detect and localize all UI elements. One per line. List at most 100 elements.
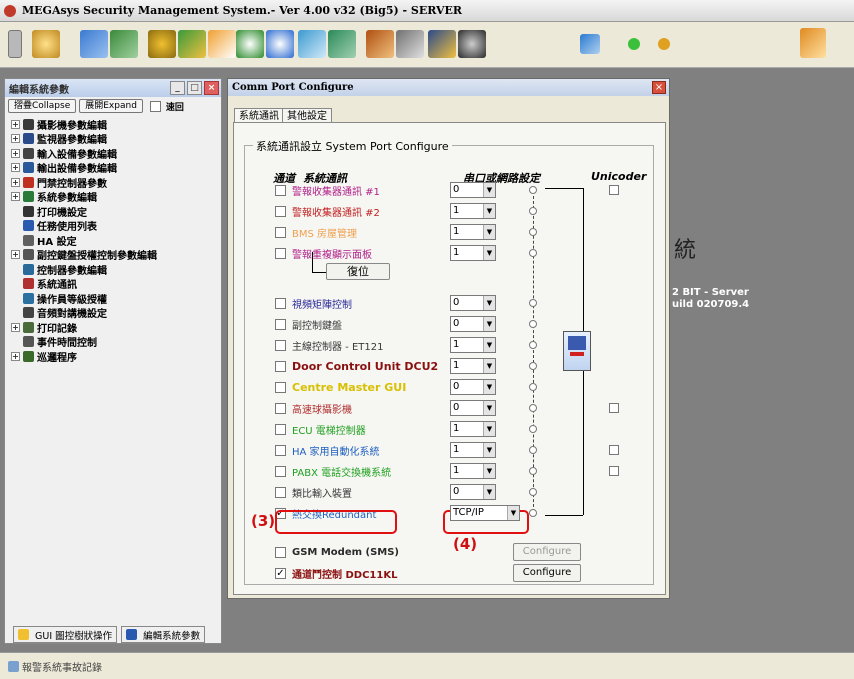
port-radio[interactable] [529, 488, 537, 496]
tree-item[interactable]: 操作員等級授權 [11, 291, 221, 306]
port-radio[interactable] [529, 509, 537, 517]
port-radio[interactable] [529, 446, 537, 454]
chart-icon[interactable] [208, 30, 236, 58]
collapse-button[interactable]: 摺疊Collapse [8, 99, 77, 113]
port-select[interactable]: 1 ▼ [450, 358, 496, 374]
chevron-down-icon[interactable]: ▼ [483, 204, 495, 218]
chevron-down-icon[interactable]: ▼ [483, 443, 495, 457]
disk-icon[interactable] [458, 30, 486, 58]
expand-plus-icon[interactable]: + [11, 177, 20, 187]
chevron-down-icon[interactable]: ▼ [483, 359, 495, 373]
chevron-down-icon[interactable]: ▼ [483, 401, 495, 415]
expand-plus-icon[interactable]: + [11, 163, 20, 173]
chevron-down-icon[interactable]: ▼ [483, 464, 495, 478]
tree-item[interactable]: 音頻對講機設定 [11, 306, 221, 320]
settings-tools-icon[interactable] [396, 30, 424, 58]
tree-item[interactable]: 事件時間控制 [11, 335, 221, 349]
port-select[interactable]: 0 ▼ [450, 400, 496, 416]
comm-device-icon[interactable] [563, 331, 591, 371]
reset-button[interactable]: 復位 [326, 263, 390, 280]
port-radio[interactable] [529, 425, 537, 433]
expand-plus-icon[interactable]: + [11, 250, 20, 260]
expand-plus-icon[interactable]: + [11, 148, 20, 158]
port-enable-checkbox[interactable] [275, 297, 286, 309]
grid-icon[interactable] [580, 34, 600, 54]
port-select[interactable]: 0 ▼ [450, 316, 496, 332]
unicoder-checkbox[interactable] [609, 466, 619, 476]
tree-item[interactable]: + 門禁控制器參數 [11, 175, 221, 190]
chevron-down-icon[interactable]: ▼ [483, 246, 495, 260]
close-button[interactable]: × [204, 81, 219, 95]
tree-item[interactable]: + 打印記錄 [11, 320, 221, 335]
speed-checkbox[interactable] [149, 100, 161, 112]
tree-item[interactable]: HA 設定 [11, 233, 221, 248]
tree-item[interactable]: + 監視器參數編輯 [11, 132, 221, 146]
minimize-button[interactable]: _ [170, 81, 185, 95]
tree-item[interactable]: + 巡邏程序 [11, 349, 221, 364]
port-select[interactable]: 1 ▼ [450, 421, 496, 437]
port-radio[interactable] [529, 320, 537, 328]
chevron-down-icon[interactable]: ▼ [483, 225, 495, 239]
port-enable-checkbox[interactable] [275, 184, 286, 196]
port-select[interactable]: 1 ▼ [450, 245, 496, 261]
port-select[interactable]: TCP/IP ▼ [450, 505, 520, 521]
port-radio[interactable] [529, 383, 537, 391]
tree-item[interactable]: + 攝影機參數編輯 [11, 117, 221, 132]
layout-icon[interactable] [80, 30, 108, 58]
port-enable-checkbox[interactable] [275, 318, 286, 330]
tree-item[interactable]: 打印機設定 [11, 204, 221, 219]
port-radio[interactable] [529, 228, 537, 236]
port-select[interactable]: 1 ▼ [450, 337, 496, 353]
port-enable-checkbox[interactable] [275, 402, 286, 414]
port-select[interactable]: 1 ▼ [450, 442, 496, 458]
network-icon[interactable] [110, 30, 138, 58]
port-select[interactable]: 0 ▼ [450, 379, 496, 395]
tools-icon[interactable] [178, 30, 206, 58]
globe-icon[interactable] [266, 30, 294, 58]
tab-other-settings[interactable]: 其他設定 [282, 108, 332, 122]
expand-plus-icon[interactable]: + [11, 134, 20, 144]
tree-item[interactable]: 控制器參數編輯 [11, 262, 221, 277]
port-enable-checkbox[interactable] [275, 339, 286, 351]
port-select[interactable]: 0 ▼ [450, 182, 496, 198]
chevron-down-icon[interactable]: ▼ [483, 422, 495, 436]
gsm-modem-checkbox[interactable] [275, 546, 286, 558]
chevron-down-icon[interactable]: ▼ [507, 506, 519, 520]
chevron-down-icon[interactable]: ▼ [483, 380, 495, 394]
chevron-down-icon[interactable]: ▼ [483, 296, 495, 310]
user-icon[interactable] [32, 30, 60, 58]
monitor-icon[interactable] [428, 30, 456, 58]
port-select[interactable]: 1 ▼ [450, 463, 496, 479]
tree-item[interactable]: 系統通訊 [11, 277, 221, 291]
port-enable-checkbox[interactable] [275, 205, 286, 217]
port-enable-checkbox[interactable] [275, 486, 286, 498]
expand-plus-icon[interactable]: + [11, 192, 20, 202]
port-enable-checkbox[interactable] [275, 381, 286, 393]
port-radio[interactable] [529, 299, 537, 307]
port-select[interactable]: 0 ▼ [450, 295, 496, 311]
clock-icon[interactable] [236, 30, 264, 58]
tab-system-comm[interactable]: 系統通訊 [234, 108, 284, 123]
port-select[interactable]: 1 ▼ [450, 224, 496, 240]
expand-plus-icon[interactable]: + [11, 322, 20, 332]
expand-button[interactable]: 展開Expand [79, 99, 143, 113]
runner-icon[interactable] [366, 30, 394, 58]
port-enable-checkbox[interactable] [275, 360, 286, 372]
ddc-checkbox[interactable]: ✓ [275, 567, 286, 579]
port-enable-checkbox[interactable] [275, 423, 286, 435]
port-enable-checkbox[interactable] [275, 465, 286, 477]
tree-item[interactable]: + 副控鍵盤授權控制參數編輯 [11, 248, 221, 262]
tree-item[interactable]: + 系統參數編輯 [11, 190, 221, 204]
gsm-configure-button[interactable]: Configure [513, 543, 581, 561]
chevron-down-icon[interactable]: ▼ [483, 183, 495, 197]
port-radio[interactable] [529, 467, 537, 475]
tree-item[interactable]: + 輸出設備參數編輯 [11, 161, 221, 175]
tree-item[interactable]: 任務使用列表 [11, 219, 221, 233]
unicoder-checkbox[interactable] [609, 185, 619, 195]
chevron-down-icon[interactable]: ▼ [483, 317, 495, 331]
walking-man-icon[interactable] [800, 28, 826, 58]
ddc-configure-button[interactable]: Configure [513, 564, 581, 582]
chevron-down-icon[interactable]: ▼ [483, 485, 495, 499]
port-select[interactable]: 0 ▼ [450, 484, 496, 500]
report-icon[interactable] [328, 30, 356, 58]
